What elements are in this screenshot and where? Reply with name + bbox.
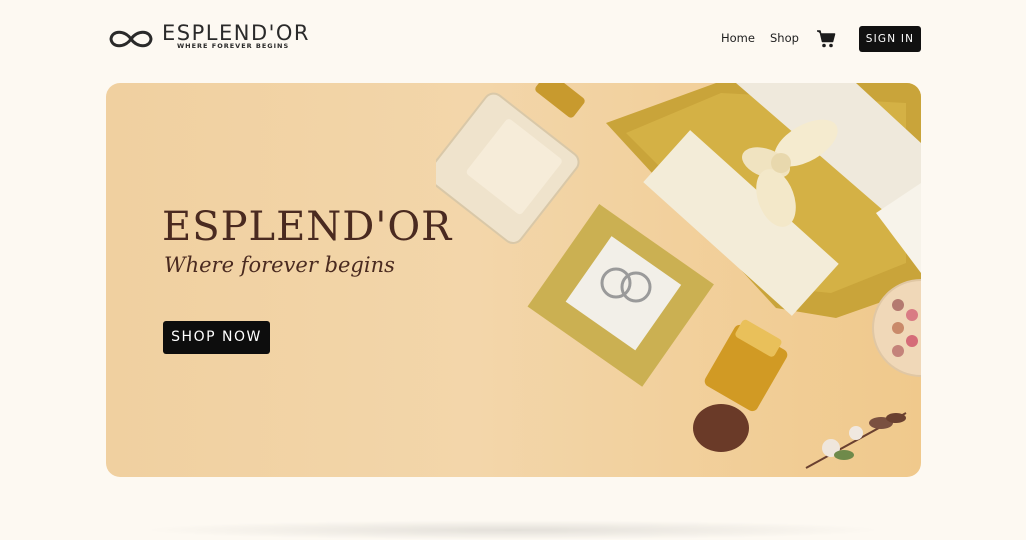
sign-in-button[interactable]: SIGN IN bbox=[859, 26, 921, 52]
next-section-edge bbox=[140, 520, 886, 540]
shop-now-button[interactable]: SHOP NOW bbox=[163, 321, 270, 354]
perfume-bottle-graphic bbox=[436, 83, 585, 245]
cart-icon[interactable] bbox=[816, 29, 836, 53]
ring-card-graphic bbox=[527, 204, 714, 387]
brand-logo[interactable]: ESPLEND'OR WHERE FOREVER BEGINS bbox=[106, 21, 309, 56]
brand-tagline: WHERE FOREVER BEGINS bbox=[177, 42, 290, 50]
nav-home-link[interactable]: Home bbox=[721, 31, 755, 45]
makeup-brush-graphic bbox=[693, 319, 788, 452]
nav-shop-link[interactable]: Shop bbox=[770, 31, 799, 45]
hero-title: ESPLEND'OR bbox=[162, 204, 453, 250]
site-header: ESPLEND'OR WHERE FOREVER BEGINS Home Sho… bbox=[0, 0, 1026, 78]
flower-sprig-graphic bbox=[805, 412, 907, 469]
infinity-icon bbox=[109, 30, 153, 48]
hero-subtitle: Where forever begins bbox=[164, 253, 395, 277]
hero-product-image bbox=[436, 83, 921, 469]
hero-banner: ESPLEND'OR Where forever begins SHOP NOW bbox=[106, 83, 921, 477]
